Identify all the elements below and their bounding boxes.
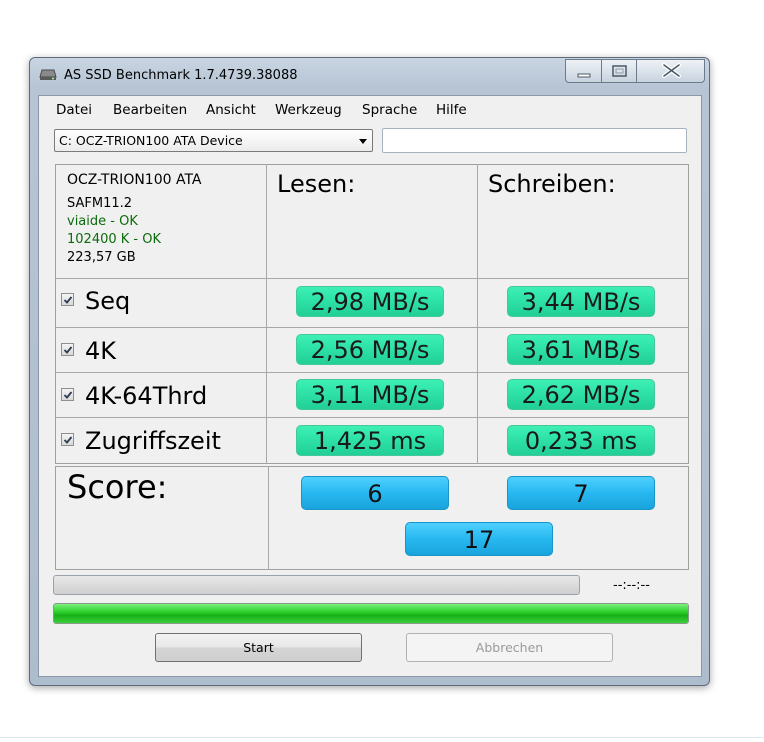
chevron-down-icon bbox=[359, 139, 367, 144]
read-column-header: Lesen: bbox=[277, 170, 356, 198]
menu-werkzeug[interactable]: Werkzeug bbox=[275, 102, 342, 118]
maximize-button[interactable] bbox=[601, 59, 637, 83]
drive-select-value: C: OCZ-TRION100 ATA Device bbox=[59, 133, 243, 148]
close-icon bbox=[662, 63, 681, 78]
seq-read-result: 2,98 MB/s bbox=[296, 286, 444, 317]
checkmark-icon bbox=[63, 296, 73, 304]
menu-ansicht[interactable]: Ansicht bbox=[206, 102, 256, 118]
cancel-button[interactable]: Abbrechen bbox=[406, 633, 613, 662]
access-time-read-result: 1,425 ms bbox=[296, 425, 444, 456]
menu-sprache[interactable]: Sprache bbox=[362, 102, 417, 118]
drive-icon bbox=[39, 69, 57, 80]
4k-write-result: 3,61 MB/s bbox=[507, 334, 655, 365]
test-progress-bar bbox=[53, 575, 580, 595]
4k-read-result: 2,56 MB/s bbox=[296, 334, 444, 365]
start-button[interactable]: Start bbox=[155, 633, 362, 662]
seq-checkbox[interactable] bbox=[61, 293, 74, 306]
drive-size: 223,57 GB bbox=[67, 250, 136, 265]
driver-status: viaide - OK bbox=[67, 214, 138, 229]
drive-firmware: SAFM11.2 bbox=[67, 196, 133, 211]
seq-label: Seq bbox=[85, 287, 131, 315]
total-progress-bar bbox=[53, 603, 689, 624]
window-title: AS SSD Benchmark 1.7.4739.38088 bbox=[64, 68, 298, 83]
checkmark-icon bbox=[63, 346, 73, 354]
score-label: Score: bbox=[67, 468, 168, 506]
4k64-write-result: 2,62 MB/s bbox=[507, 379, 655, 410]
4k-checkbox[interactable] bbox=[61, 343, 74, 356]
drive-select[interactable]: C: OCZ-TRION100 ATA Device bbox=[54, 129, 373, 152]
access-time-write-result: 0,233 ms bbox=[507, 425, 655, 456]
menu-hilfe[interactable]: Hilfe bbox=[436, 102, 467, 118]
write-column-header: Schreiben: bbox=[488, 170, 616, 198]
minimize-button[interactable] bbox=[565, 59, 602, 83]
checkmark-icon bbox=[63, 391, 73, 399]
read-score: 6 bbox=[301, 476, 449, 510]
total-progress-fill bbox=[54, 604, 688, 623]
seq-write-result: 3,44 MB/s bbox=[507, 286, 655, 317]
4k64-label: 4K-64Thrd bbox=[85, 382, 208, 410]
elapsed-time: --:--:-- bbox=[613, 578, 650, 593]
4k-label: 4K bbox=[85, 337, 117, 365]
4k64-read-result: 3,11 MB/s bbox=[296, 379, 444, 410]
menu-datei[interactable]: Datei bbox=[56, 102, 92, 118]
access-time-checkbox[interactable] bbox=[61, 433, 74, 446]
menu-bearbeiten[interactable]: Bearbeiten bbox=[113, 102, 187, 118]
access-time-label: Zugriffszeit bbox=[85, 427, 221, 455]
4k64-checkbox[interactable] bbox=[61, 388, 74, 401]
desktop-divider bbox=[0, 737, 764, 738]
path-input[interactable] bbox=[382, 128, 687, 153]
drive-name: OCZ-TRION100 ATA bbox=[67, 172, 202, 188]
minimize-icon bbox=[577, 73, 591, 78]
alignment-status: 102400 K - OK bbox=[67, 232, 161, 247]
checkmark-icon bbox=[63, 436, 73, 444]
total-score: 17 bbox=[405, 522, 553, 556]
maximize-icon bbox=[612, 65, 627, 77]
close-button[interactable] bbox=[636, 59, 705, 83]
write-score: 7 bbox=[507, 476, 655, 510]
